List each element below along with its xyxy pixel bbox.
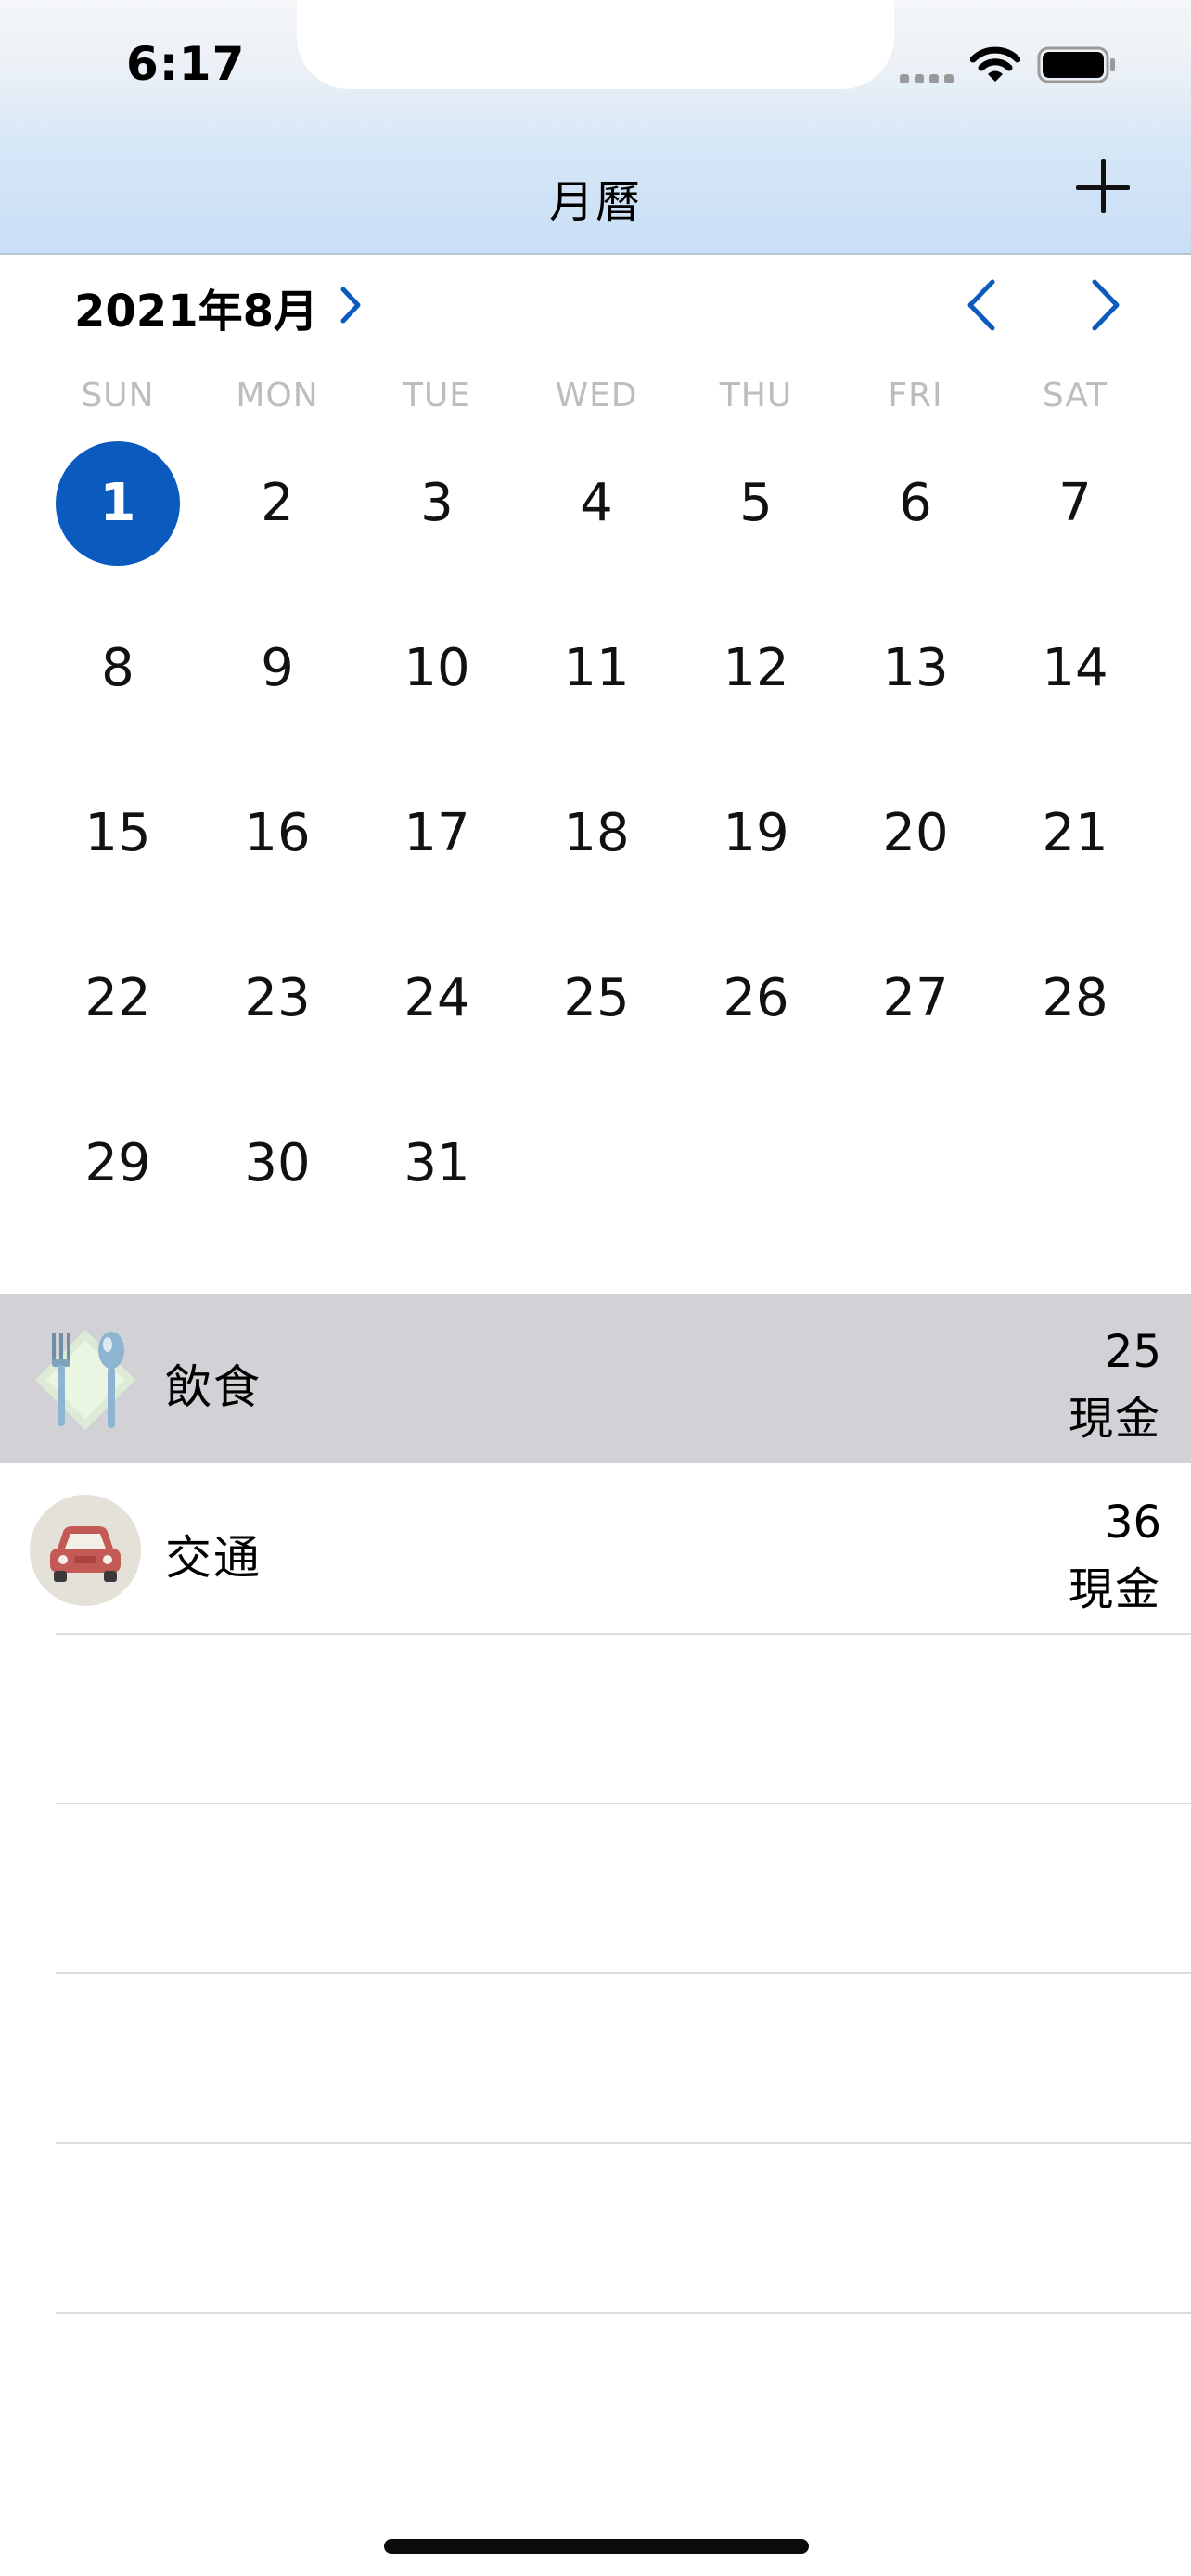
- day-number: 14: [1042, 638, 1108, 698]
- payment-method: 現金: [1068, 1563, 1161, 1615]
- day-number: 21: [1042, 803, 1108, 863]
- calendar-day-8[interactable]: 8: [38, 608, 198, 729]
- calendar-day-24[interactable]: 24: [357, 938, 517, 1059]
- wifi-icon: [970, 46, 1020, 82]
- day-number: 17: [403, 803, 470, 863]
- calendar-day-14[interactable]: 14: [995, 608, 1155, 729]
- battery-icon: [1037, 46, 1115, 83]
- day-number: 1: [56, 441, 180, 566]
- day-number: 12: [723, 638, 789, 698]
- weekday-fri: FRI: [888, 376, 943, 414]
- calendar-day-29[interactable]: 29: [38, 1103, 198, 1224]
- calendar-day-10[interactable]: 10: [357, 608, 517, 729]
- calendar-day-6[interactable]: 6: [836, 443, 995, 564]
- calendar-day-13[interactable]: 13: [836, 608, 995, 729]
- month-label[interactable]: 2021年8月: [74, 274, 318, 339]
- status-time: 6:17: [126, 37, 246, 91]
- category-label: 飲食: [165, 1360, 262, 1414]
- calendar-day-5[interactable]: 5: [676, 443, 836, 564]
- next-month-button[interactable]: [1082, 274, 1128, 336]
- day-number: 15: [84, 803, 151, 863]
- calendar-day-31[interactable]: 31: [357, 1103, 517, 1224]
- row-divider: [56, 1633, 1191, 1635]
- day-number: 20: [882, 803, 949, 863]
- row-divider: [56, 1972, 1191, 1974]
- calendar-day-7[interactable]: 7: [995, 443, 1155, 564]
- previous-month-button[interactable]: [959, 274, 1005, 336]
- calendar-day-1[interactable]: 1: [38, 441, 198, 566]
- car-icon: [30, 1495, 141, 1606]
- calendar-day-9[interactable]: 9: [198, 608, 357, 729]
- chevron-right-icon[interactable]: [338, 282, 365, 328]
- calendar-day-26[interactable]: 26: [676, 938, 836, 1059]
- calendar-day-25[interactable]: 25: [517, 938, 676, 1059]
- day-number: 6: [899, 473, 932, 533]
- calendar-day-27[interactable]: 27: [836, 938, 995, 1059]
- device-notch: [297, 0, 894, 89]
- add-button[interactable]: [1076, 159, 1132, 215]
- weekday-sun: SUN: [81, 376, 155, 414]
- row-divider: [56, 2312, 1191, 2314]
- day-number: 24: [403, 968, 470, 1028]
- calendar-day-16[interactable]: 16: [198, 773, 357, 894]
- calendar-day-12[interactable]: 12: [676, 608, 836, 729]
- dining-icon: [35, 1330, 135, 1430]
- calendar-day-20[interactable]: 20: [836, 773, 995, 894]
- weekday-thu: THU: [719, 376, 793, 414]
- weekday-mon: MON: [236, 376, 319, 414]
- day-number: 27: [882, 968, 949, 1028]
- payment-method: 現金: [1068, 1393, 1161, 1445]
- calendar-day-3[interactable]: 3: [357, 443, 517, 564]
- day-number: 11: [563, 638, 630, 698]
- calendar-day-21[interactable]: 21: [995, 773, 1155, 894]
- weekday-wed: WED: [555, 376, 638, 414]
- calendar-day-15[interactable]: 15: [38, 773, 198, 894]
- day-number: 31: [403, 1133, 470, 1193]
- day-number: 3: [420, 473, 454, 533]
- row-divider: [56, 1803, 1191, 1804]
- day-number: 29: [84, 1133, 151, 1193]
- transaction-row[interactable]: 交通 36 現金: [0, 1465, 1191, 1634]
- day-number: 13: [882, 638, 949, 698]
- day-number: 4: [580, 473, 613, 533]
- category-label: 交通: [165, 1531, 262, 1585]
- weekday-tue: TUE: [402, 376, 472, 414]
- day-number: 23: [244, 968, 311, 1028]
- calendar-day-4[interactable]: 4: [517, 443, 676, 564]
- calendar-day-19[interactable]: 19: [676, 773, 836, 894]
- day-number: 19: [723, 803, 789, 863]
- calendar-day-2[interactable]: 2: [198, 443, 357, 564]
- day-number: 7: [1058, 473, 1092, 533]
- calendar-day-11[interactable]: 11: [517, 608, 676, 729]
- row-divider: [56, 2142, 1191, 2144]
- day-number: 18: [563, 803, 630, 863]
- page-title: 月曆: [548, 176, 642, 228]
- day-number: 8: [101, 638, 134, 698]
- day-number: 10: [403, 638, 470, 698]
- amount: 36: [1104, 1497, 1161, 1549]
- day-number: 28: [1042, 968, 1108, 1028]
- day-number: 25: [563, 968, 630, 1028]
- calendar-day-30[interactable]: 30: [198, 1103, 357, 1224]
- day-number: 30: [244, 1133, 311, 1193]
- day-number: 9: [261, 638, 294, 698]
- calendar-day-18[interactable]: 18: [517, 773, 676, 894]
- calendar-day-28[interactable]: 28: [995, 938, 1155, 1059]
- calendar-day-23[interactable]: 23: [198, 938, 357, 1059]
- calendar-day-22[interactable]: 22: [38, 938, 198, 1059]
- home-indicator: [384, 2539, 809, 2554]
- calendar-day-17[interactable]: 17: [357, 773, 517, 894]
- day-number: 16: [244, 803, 311, 863]
- day-number: 22: [84, 968, 151, 1028]
- day-number: 2: [261, 473, 294, 533]
- day-number: 5: [739, 473, 773, 533]
- transaction-row[interactable]: 飲食 25 現金: [0, 1294, 1191, 1463]
- amount: 25: [1104, 1326, 1161, 1378]
- weekday-sat: SAT: [1042, 376, 1108, 414]
- day-number: 26: [723, 968, 789, 1028]
